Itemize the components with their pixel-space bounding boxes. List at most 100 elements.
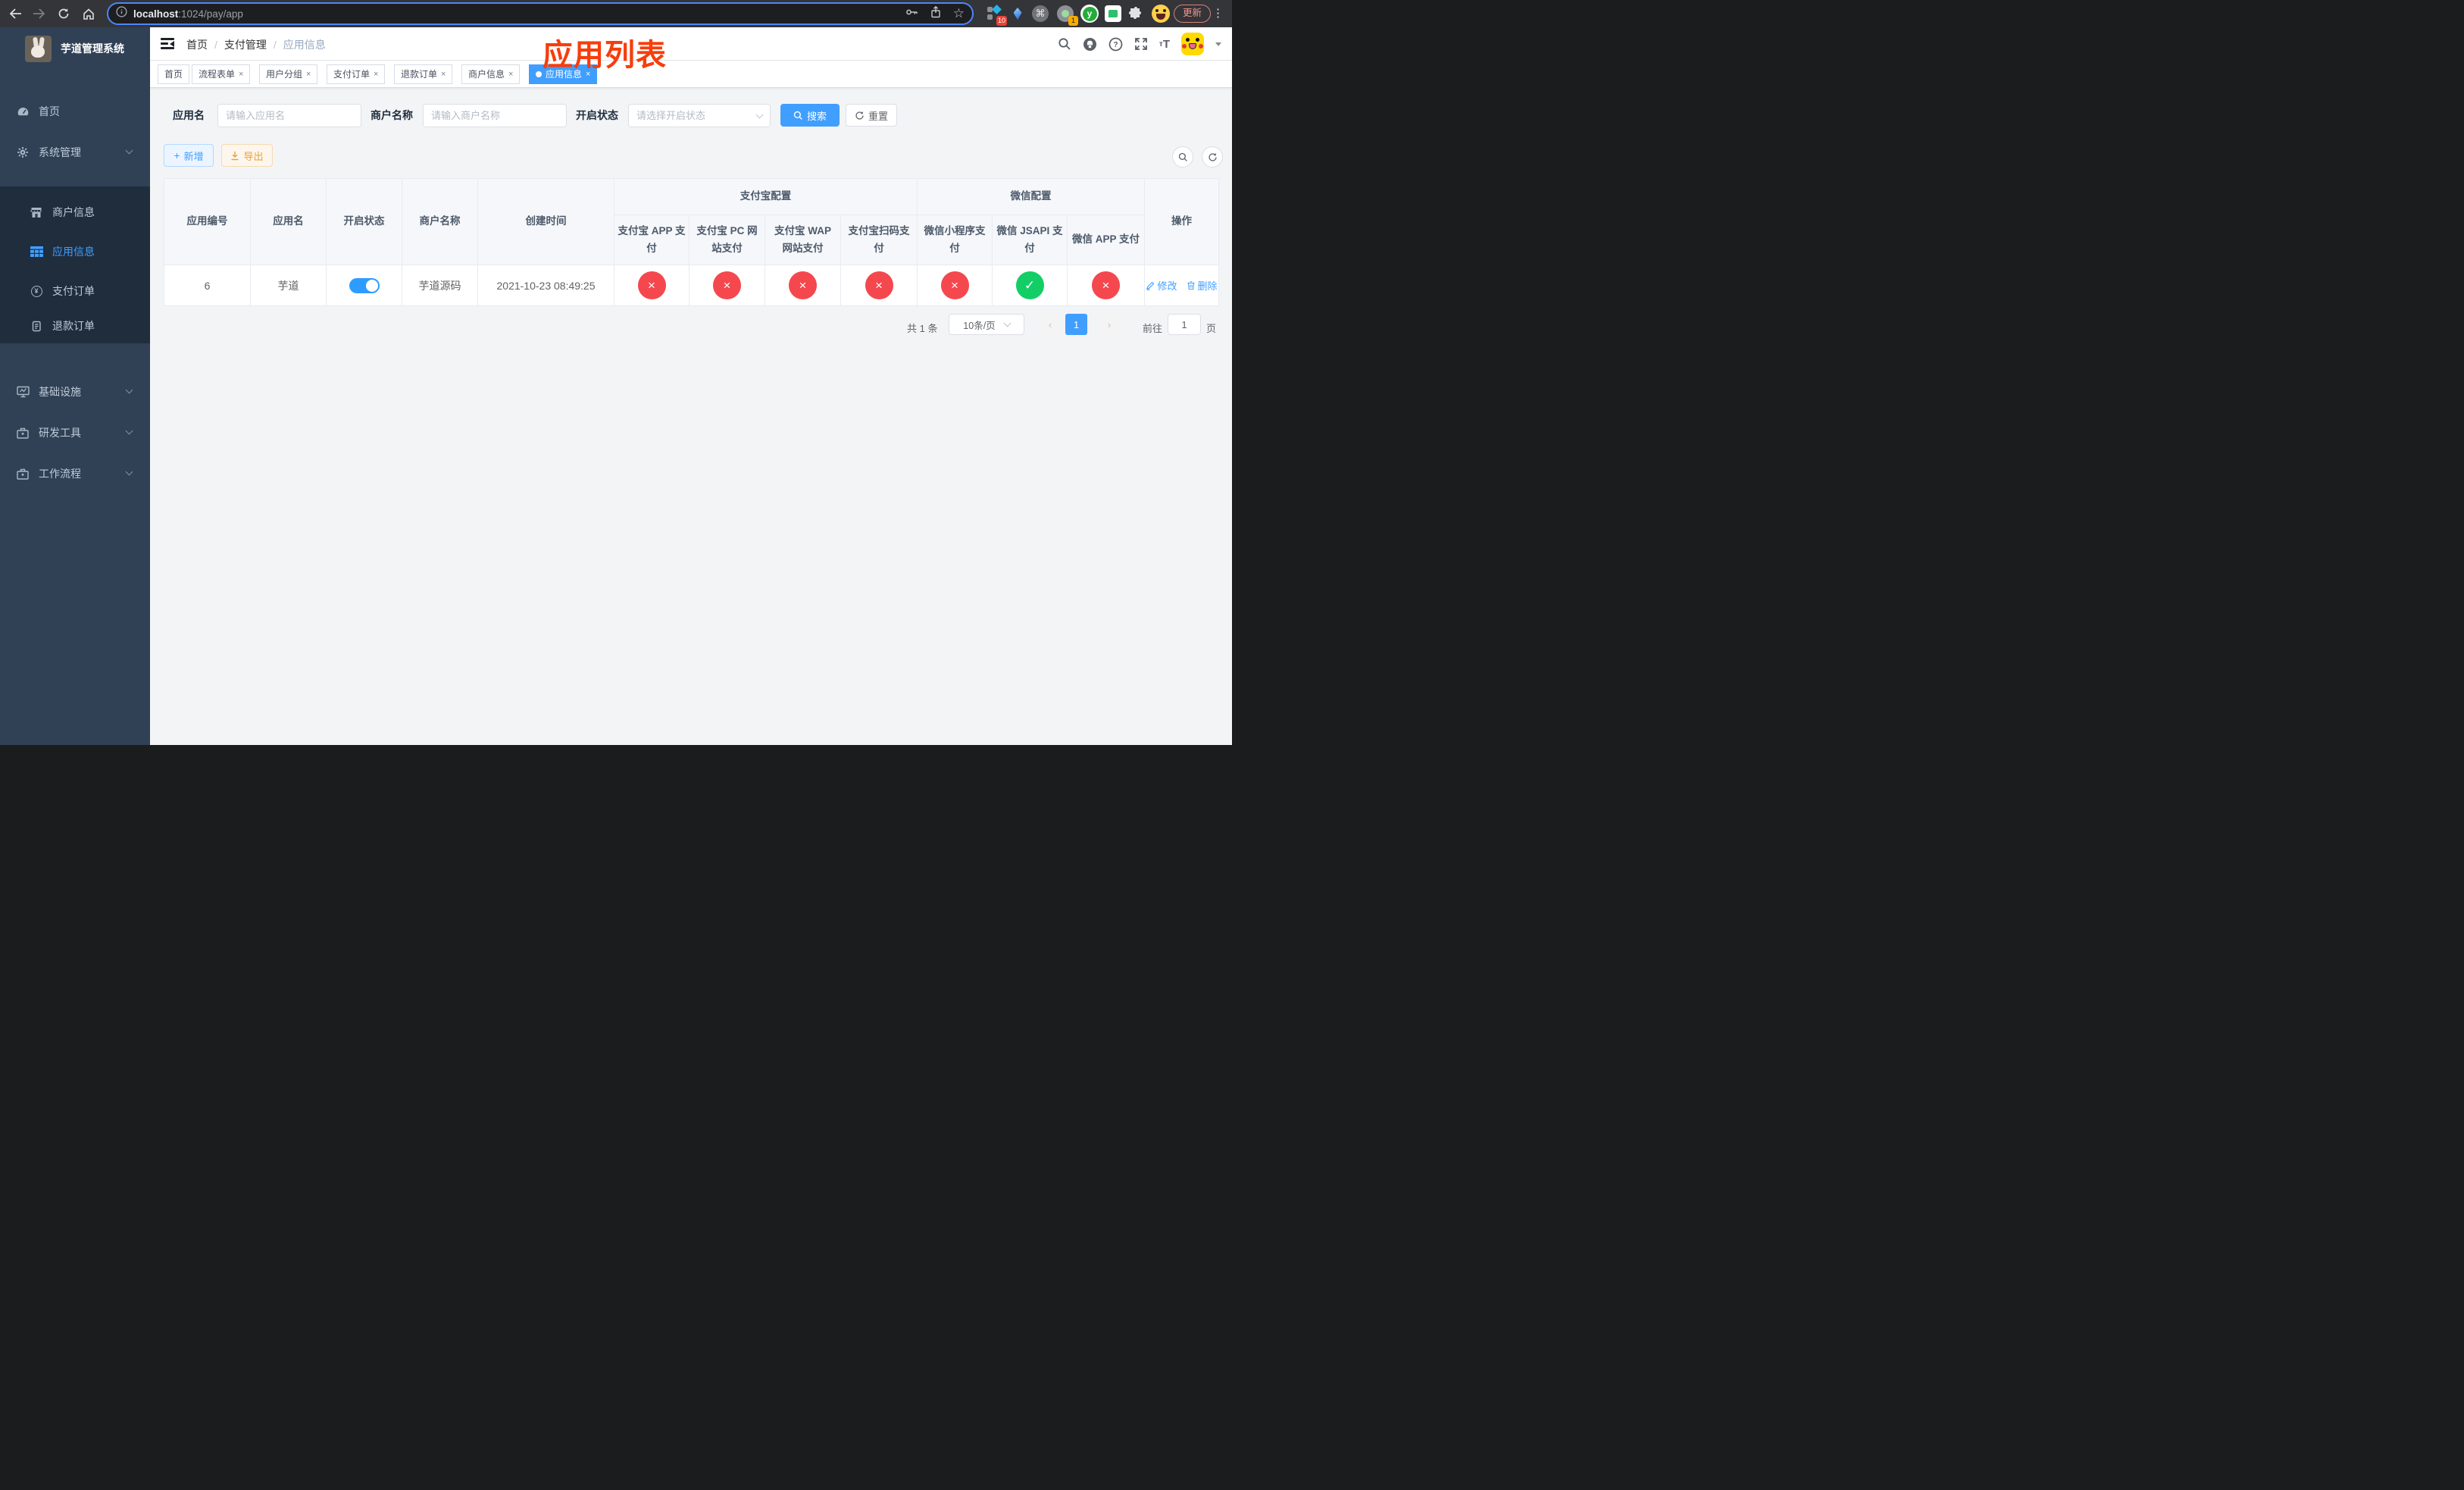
status-select[interactable]: 请选择开启状态 (628, 104, 771, 127)
sidebar-item-system[interactable]: 系统管理 (0, 132, 150, 173)
extension-chat-icon[interactable] (1102, 3, 1124, 24)
table-row: 6 芋道 芋道源码 2021-10-23 08:49:25 × × × × × … (164, 265, 1219, 306)
sidebar-logo[interactable]: 芋道管理系统 (0, 27, 150, 70)
font-size-icon[interactable]: тT (1159, 38, 1170, 51)
sidebar-item-merchant-info[interactable]: 商户信息 (0, 193, 150, 232)
enabled-toggle[interactable] (349, 277, 380, 293)
status-cross-icon: × (637, 271, 666, 299)
status-cross-icon: × (865, 271, 893, 299)
edit-link[interactable]: 修改 (1146, 278, 1177, 293)
trash-icon (1187, 281, 1195, 290)
chevron-down-icon (125, 468, 133, 476)
close-icon[interactable]: × (441, 65, 446, 83)
col-actions: 操作 (1144, 178, 1219, 265)
site-info-icon[interactable] (116, 6, 127, 21)
search-button[interactable]: 搜索 (780, 104, 840, 127)
url-bar[interactable]: localhost:1024/pay/app ☆ (107, 2, 974, 25)
avatar-caret-icon[interactable] (1215, 42, 1221, 46)
close-icon[interactable]: × (508, 65, 513, 83)
reload-icon[interactable] (53, 0, 74, 27)
extension-circle-icon[interactable]: 1 (1055, 3, 1078, 26)
add-button[interactable]: + 新增 (164, 144, 214, 167)
forward-icon[interactable] (28, 0, 49, 27)
group-wechat: 微信配置 (917, 178, 1145, 215)
goto-label: 前往 (1143, 323, 1163, 334)
document-icon (30, 321, 43, 332)
breadcrumb-current: 应用信息 (283, 39, 326, 51)
dashboard-icon (16, 106, 30, 117)
merchant-name-input[interactable] (423, 104, 567, 127)
status-cross-icon: × (1092, 271, 1120, 299)
sidebar-item-devtools[interactable]: 研发工具 (0, 412, 150, 453)
prev-page-button[interactable]: ‹ (1040, 314, 1061, 335)
delete-link[interactable]: 删除 (1187, 278, 1218, 293)
sidebar-item-label: 研发工具 (39, 427, 81, 439)
sidebar-item-label: 商户信息 (52, 206, 95, 218)
close-icon[interactable]: × (374, 65, 378, 83)
url-text: localhost:1024/pay/app (133, 8, 243, 20)
next-page-button[interactable]: › (1099, 314, 1120, 335)
extension-puzzle-icon[interactable] (1125, 3, 1146, 24)
col-wechat-mini: 微信小程序支付 (917, 214, 993, 265)
close-icon[interactable]: × (306, 65, 311, 83)
tab-process-form[interactable]: 流程表单 × (192, 64, 251, 84)
home-icon[interactable] (78, 0, 99, 27)
bookmark-star-icon[interactable]: ☆ (953, 6, 965, 21)
sidebar-item-label: 支付订单 (52, 285, 95, 297)
cell-merchant: 芋道源码 (402, 265, 478, 306)
col-app-name: 应用名 (250, 178, 327, 265)
active-dot (536, 71, 542, 77)
breadcrumb-home[interactable]: 首页 (186, 37, 208, 52)
app-name-input[interactable] (217, 104, 361, 127)
extension-command-icon[interactable]: ⌘ (1030, 3, 1051, 24)
tab-user-group[interactable]: 用户分组 × (259, 64, 318, 84)
tab-merchant-info[interactable]: 商户信息 × (461, 64, 521, 84)
tab-home[interactable]: 首页 (158, 64, 190, 84)
extension-kite-icon[interactable] (1007, 3, 1028, 24)
github-icon[interactable] (1083, 37, 1097, 52)
sidebar-item-infra[interactable]: 基础设施 (0, 371, 150, 412)
search-icon[interactable] (1058, 37, 1071, 51)
cell-wechat-jsapi: ✓ (992, 265, 1068, 306)
fullscreen-icon[interactable] (1134, 37, 1148, 51)
close-icon[interactable]: × (239, 65, 243, 83)
password-key-icon[interactable] (905, 7, 918, 21)
app-title: 芋道管理系统 (61, 42, 124, 55)
sidebar-item-home[interactable]: 首页 (0, 91, 150, 132)
extension-grid-icon[interactable]: 10 (983, 3, 1007, 26)
annotation-title: 应用列表 (543, 39, 667, 72)
goto-page-input[interactable] (1168, 314, 1201, 335)
breadcrumb-payment[interactable]: 支付管理 (224, 37, 267, 52)
sidebar-item-app-info[interactable]: 应用信息 (0, 232, 150, 271)
tab-refund-order[interactable]: 退款订单 × (394, 64, 453, 84)
sidebar-item-label: 应用信息 (52, 246, 95, 258)
refresh-table-button[interactable] (1202, 146, 1223, 167)
browser-menu-icon[interactable]: ⋮ (1212, 6, 1224, 20)
status-cross-icon: × (789, 271, 817, 299)
sidebar-item-pay-order[interactable]: ¥ 支付订单 (0, 271, 150, 311)
col-wechat-app: 微信 APP 支付 (1067, 214, 1145, 265)
plus-icon: + (174, 149, 180, 161)
page-number-1[interactable]: 1 (1065, 314, 1087, 335)
share-icon[interactable] (930, 5, 941, 22)
sidebar-item-refund-order[interactable]: 退款订单 (0, 306, 150, 346)
user-avatar[interactable] (1181, 33, 1204, 55)
col-created: 创建时间 (477, 178, 614, 265)
export-button[interactable]: 导出 (221, 144, 273, 167)
help-icon[interactable]: ? (1108, 37, 1123, 52)
sidebar-collapse-icon[interactable] (161, 38, 174, 49)
reset-button[interactable]: 重置 (846, 104, 897, 127)
sidebar-item-workflow[interactable]: 工作流程 (0, 453, 150, 494)
cell-app-id: 6 (164, 265, 251, 306)
app-name-label: 应用名 (173, 109, 205, 121)
extension-emoji-icon[interactable] (1150, 3, 1171, 24)
tab-pay-order[interactable]: 支付订单 × (327, 64, 386, 84)
browser-update-button[interactable]: 更新 (1174, 5, 1212, 23)
url-host: localhost (133, 8, 179, 20)
download-icon (231, 151, 239, 160)
extension-y-icon[interactable]: y (1079, 3, 1100, 24)
back-icon[interactable] (5, 0, 26, 27)
toggle-search-button[interactable] (1172, 146, 1193, 167)
page-size-select[interactable]: 10条/页 (949, 314, 1024, 335)
cell-wechat-mini: × (917, 265, 993, 306)
